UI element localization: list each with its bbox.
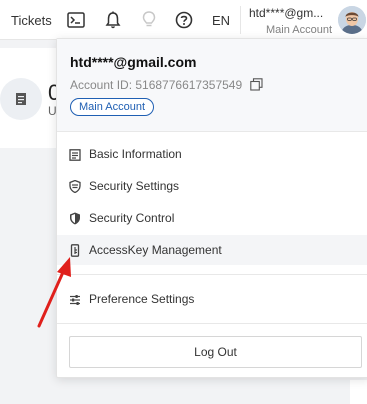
menu-divider [57,274,367,275]
log-out-button[interactable]: Log Out [69,336,362,368]
account-id: Account ID: 5168776617357549 [70,78,243,92]
tickets-link[interactable]: Tickets [11,13,52,28]
account-email: htd****@gmail.com [70,54,197,70]
footer-divider [57,323,367,324]
document-icon [69,148,81,161]
key-icon [69,244,81,257]
header-divider [57,131,367,132]
menu-item-security-settings[interactable]: Security Settings [57,171,367,201]
menu-item-label: Security Control [89,211,175,225]
topbar-divider [240,6,241,34]
console-page: 0 U Tickets EN htd****@gm... Main Accoun… [0,0,367,404]
language-switch[interactable]: EN [212,13,230,28]
document-stack-icon [0,78,42,120]
shield-icon [69,212,81,225]
avatar[interactable] [338,6,366,34]
menu-item-accesskey-management[interactable]: AccessKey Management [57,235,367,265]
help-icon[interactable] [174,10,194,30]
menu-item-label: Security Settings [89,179,180,193]
shield-lock-icon [69,179,81,194]
menu-item-label: AccessKey Management [89,243,222,257]
menu-item-label: Preference Settings [89,292,195,306]
bell-icon[interactable] [103,10,123,30]
menu-item-label: Basic Information [89,147,182,161]
account-dropdown: htd****@gmail.com Account ID: 5168776617… [56,38,367,378]
background-panel [350,380,367,404]
terminal-icon[interactable] [66,10,86,30]
copy-icon[interactable] [250,78,263,91]
user-name[interactable]: htd****@gm... [249,6,323,20]
top-navigation-bar: Tickets EN htd****@gm... Main Account [0,0,367,40]
account-header: htd****@gmail.com Account ID: 5168776617… [57,39,367,131]
menu-item-basic-information[interactable]: Basic Information [57,139,367,169]
menu-item-security-control[interactable]: Security Control [57,203,367,233]
user-role: Main Account [266,24,333,36]
sliders-icon [69,293,81,305]
lightbulb-icon[interactable] [139,10,159,30]
main-account-badge: Main Account [70,98,155,116]
menu-item-preference-settings[interactable]: Preference Settings [57,284,367,314]
